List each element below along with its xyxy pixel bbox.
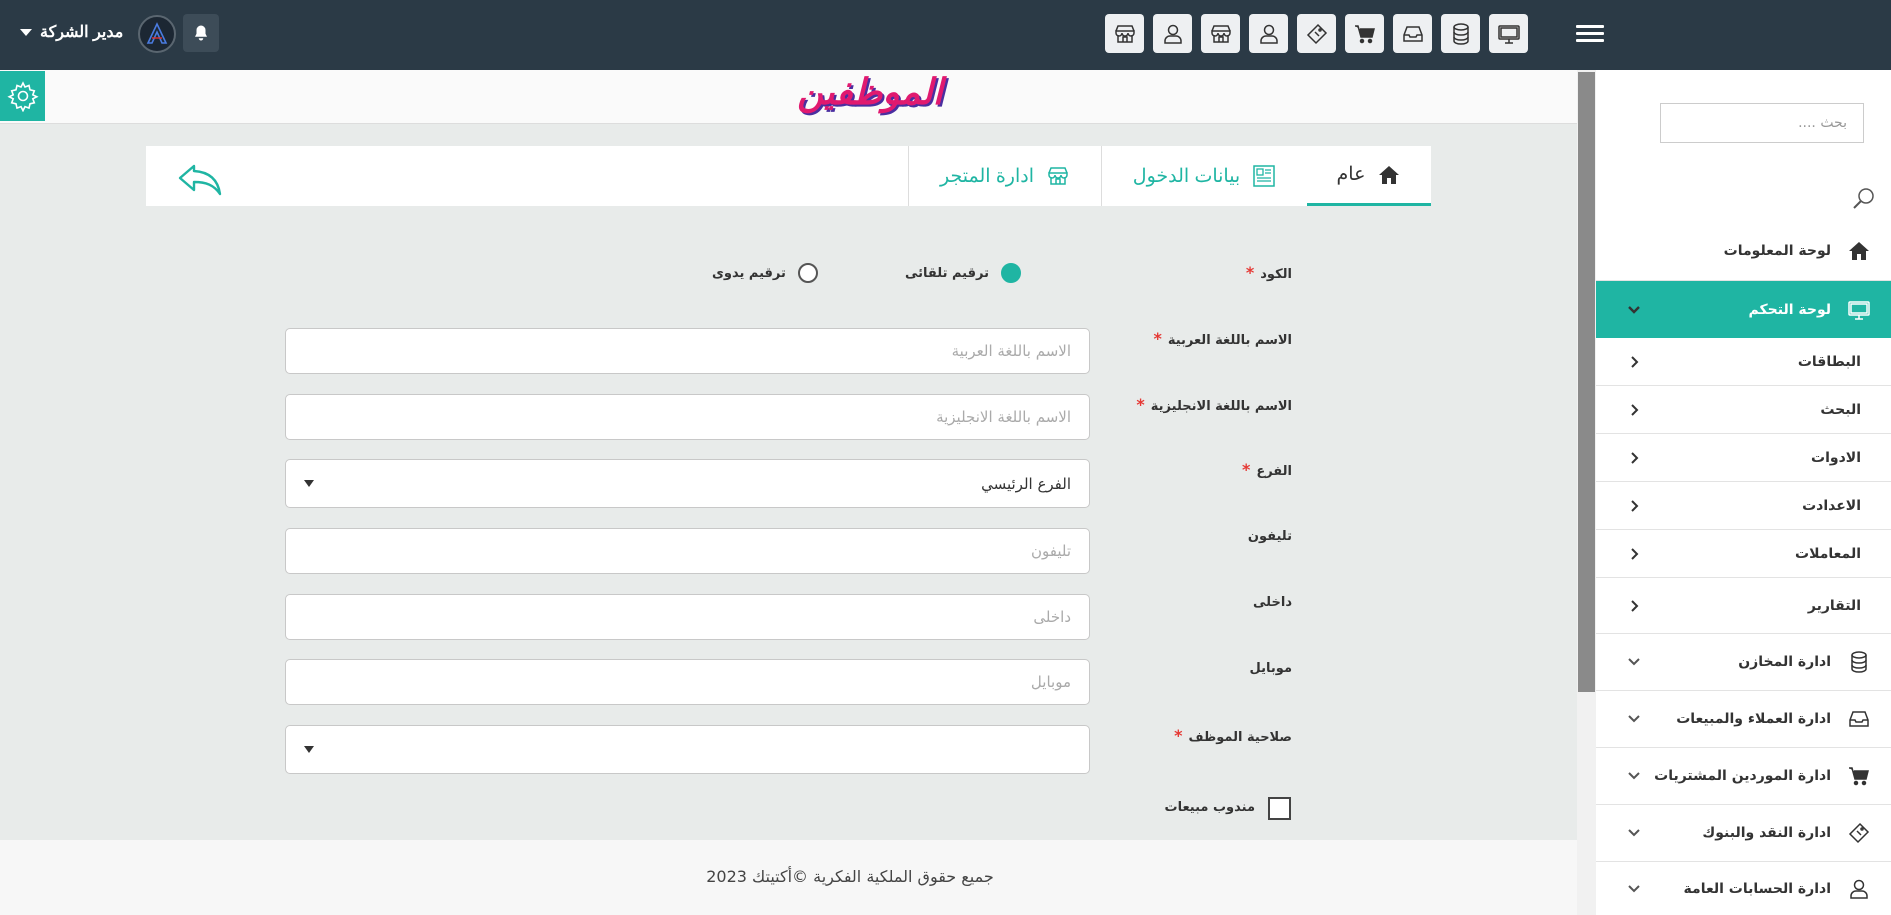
dropdown-arrow-icon: [304, 746, 314, 753]
quick-access-toolbar: [1105, 14, 1528, 53]
tab-general[interactable]: عام: [1307, 146, 1431, 206]
sidebar-item-warehouses[interactable]: ادارة المخازن: [1596, 634, 1891, 691]
search-icon[interactable]: [1852, 186, 1876, 210]
notifications-bell-icon[interactable]: [183, 14, 219, 52]
sidebar-item-control-panel[interactable]: لوحة التحكم: [1596, 281, 1891, 338]
chevron-left-icon: [1622, 403, 1646, 417]
name-en-label: الاسم باللغة الانجليزية*: [1136, 395, 1292, 414]
home-icon: [1847, 239, 1871, 263]
scrollbar-thumb[interactable]: [1578, 72, 1595, 692]
chevron-down-icon: [1622, 657, 1646, 667]
radio-auto-numbering[interactable]: ترقيم تلقائى: [905, 263, 1021, 283]
extension-label: داخلى: [1253, 595, 1292, 610]
sidebar-item-cards[interactable]: البطاقات: [1596, 338, 1891, 386]
radio-auto-label: ترقيم تلقائى: [905, 265, 989, 281]
user-icon[interactable]: [1153, 14, 1192, 53]
sidebar-search[interactable]: [1660, 103, 1864, 143]
employee-role-select[interactable]: [285, 725, 1090, 774]
radio-auto-indicator: [1000, 263, 1021, 283]
phone-input[interactable]: [286, 529, 1089, 573]
id-card-icon: [1253, 165, 1275, 187]
dropdown-arrow-icon: [304, 480, 314, 487]
code-label: الكود*: [1245, 263, 1292, 282]
sidebar-item-general-accounts[interactable]: ادارة الحسابات العامة: [1596, 862, 1891, 915]
sidebar-search-input[interactable]: [1661, 104, 1863, 142]
ticket-icon[interactable]: [1297, 14, 1336, 53]
back-arrow-icon[interactable]: [176, 160, 226, 200]
extension-input[interactable]: [286, 595, 1089, 639]
cart-icon[interactable]: [1345, 14, 1384, 53]
inbox-icon[interactable]: [1393, 14, 1432, 53]
radio-manual-label: ترقيم يدوى: [712, 265, 786, 281]
avatar[interactable]: [138, 15, 176, 53]
chevron-down-icon: [1622, 305, 1646, 315]
copyright-text: جميع حقوق الملكية الفكرية ©أكتيتك 2023: [706, 867, 994, 886]
tab-general-label: عام: [1336, 164, 1366, 185]
name-en-input[interactable]: [286, 395, 1089, 439]
user-menu[interactable]: مدير الشركة: [20, 22, 123, 42]
name-ar-field[interactable]: [285, 328, 1090, 374]
home-icon: [1379, 165, 1400, 184]
radio-manual-numbering[interactable]: ترقيم يدوى: [712, 263, 818, 283]
tab-store-management[interactable]: ادارة المتجر: [908, 146, 1101, 206]
sidebar-item-tools[interactable]: الادوات: [1596, 434, 1891, 482]
chevron-down-icon: [1622, 714, 1646, 724]
store-icon: [1048, 167, 1068, 185]
page-title: الموظفين: [797, 72, 943, 113]
top-bar: [0, 0, 1891, 70]
phone-field[interactable]: [285, 528, 1090, 574]
name-en-field[interactable]: [285, 394, 1090, 440]
name-ar-label: الاسم باللغة العربية*: [1153, 329, 1292, 348]
chevron-left-icon: [1622, 547, 1646, 561]
chevron-left-icon: [1622, 355, 1646, 369]
chevron-left-icon: [1622, 499, 1646, 513]
sidebar-item-search[interactable]: البحث: [1596, 386, 1891, 434]
store-icon[interactable]: [1105, 14, 1144, 53]
user-icon[interactable]: [1249, 14, 1288, 53]
branch-value: الفرع الرئيسي: [981, 474, 1071, 493]
database-icon[interactable]: [1441, 14, 1480, 53]
employee-role-label: صلاحية الموظف*: [1174, 726, 1292, 745]
store-icon[interactable]: [1201, 14, 1240, 53]
phone-label: تليفون: [1247, 529, 1292, 544]
tab-store-management-label: ادارة المتجر: [940, 165, 1034, 187]
monitor-icon: [1847, 298, 1871, 322]
branch-select[interactable]: الفرع الرئيسي: [285, 459, 1090, 508]
user-name: مدير الشركة: [40, 24, 124, 41]
tab-login-data[interactable]: بيانات الدخول: [1101, 146, 1307, 206]
extension-field[interactable]: [285, 594, 1090, 640]
database-icon: [1847, 650, 1871, 674]
chevron-left-icon: [1622, 451, 1646, 465]
sidebar-item-settings[interactable]: الاعدادت: [1596, 482, 1891, 530]
user-icon: [1847, 877, 1871, 901]
chevron-down-icon: [1622, 771, 1646, 781]
sidebar-item-reports[interactable]: التقارير: [1596, 578, 1891, 634]
menu-toggle-icon[interactable]: [1576, 22, 1604, 46]
chevron-left-icon: [1622, 599, 1646, 613]
mobile-field[interactable]: [285, 659, 1090, 705]
sidebar-item-customers-sales[interactable]: ادارة العملاء والمبيعات: [1596, 691, 1891, 748]
inbox-icon: [1847, 707, 1871, 731]
sidebar-item-suppliers-purchases[interactable]: ادارة الموردين المشتريات: [1596, 748, 1891, 805]
sales-rep-label: مندوب مبيعات: [1164, 800, 1255, 815]
chevron-down-icon: [1622, 828, 1646, 838]
tab-login-data-label: بيانات الدخول: [1132, 165, 1241, 187]
sidebar-item-cash-banks[interactable]: ادارة النقد والبنوك: [1596, 805, 1891, 862]
monitor-icon[interactable]: [1489, 14, 1528, 53]
branch-label: الفرع*: [1241, 460, 1292, 479]
sidebar-item-transactions[interactable]: المعاملات: [1596, 530, 1891, 578]
ticket-icon: [1847, 821, 1871, 845]
cart-icon: [1847, 764, 1871, 788]
sales-rep-checkbox[interactable]: [1268, 797, 1291, 820]
sidebar-item-dashboard[interactable]: لوحة المعلومات: [1596, 221, 1891, 281]
chevron-down-icon: [1622, 884, 1646, 894]
chevron-down-icon: [20, 28, 32, 36]
mobile-label: موبايل: [1249, 661, 1292, 676]
name-ar-input[interactable]: [286, 329, 1089, 373]
radio-manual-indicator: [797, 263, 818, 283]
settings-gear-icon[interactable]: [0, 71, 45, 121]
mobile-input[interactable]: [286, 660, 1089, 704]
